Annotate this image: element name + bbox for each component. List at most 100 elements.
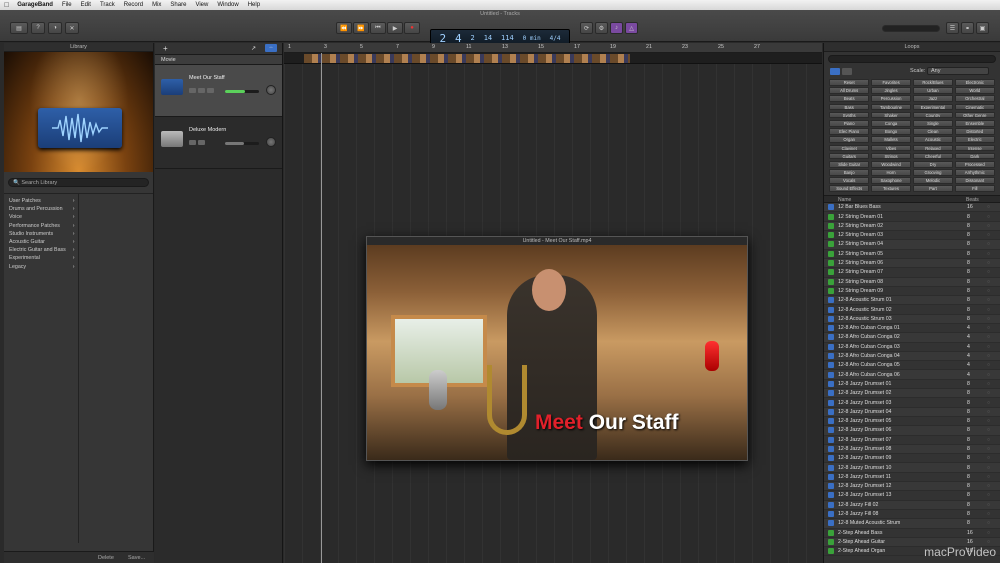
favorite-checkbox[interactable]: ○ xyxy=(987,474,990,480)
loop-keyword-button[interactable]: Electronic xyxy=(954,79,995,86)
loop-keyword-button[interactable]: Piano xyxy=(829,119,870,127)
favorite-checkbox[interactable]: ○ xyxy=(987,362,990,368)
favorite-checkbox[interactable]: ○ xyxy=(987,427,990,433)
loop-list-item[interactable]: 12-8 Jazzy Fill 08 8 ○ xyxy=(824,510,1000,520)
loop-keyword-button[interactable]: Vocals xyxy=(829,177,870,184)
loop-keyword-button[interactable]: Ensemble xyxy=(954,119,995,127)
go-to-start-icon[interactable]: ⏮ xyxy=(370,22,386,34)
favorite-checkbox[interactable]: ○ xyxy=(987,288,990,294)
loop-keyword-button[interactable]: Woodwind xyxy=(870,160,912,168)
loop-keyword-button[interactable]: Reset xyxy=(829,79,870,86)
loop-list-item[interactable]: 12-8 Jazzy Drumset 13 8 ○ xyxy=(824,491,1000,501)
loop-keyword-button[interactable]: Saxophone xyxy=(870,177,912,184)
menu-file[interactable]: File xyxy=(62,2,72,8)
loop-keyword-button[interactable]: World xyxy=(954,87,995,94)
loop-keyword-button[interactable]: Processed xyxy=(954,160,995,168)
button-view-icon[interactable] xyxy=(830,68,840,75)
loop-keyword-button[interactable]: Jingles xyxy=(870,87,912,94)
loop-keyword-button[interactable]: Clavinet xyxy=(829,144,870,152)
loop-list-item[interactable]: 12-8 Acoustic Strum 01 8 ○ xyxy=(824,296,1000,306)
loop-list-item[interactable]: 12-8 Jazzy Drumset 04 8 ○ xyxy=(824,407,1000,417)
loop-list-item[interactable]: 12-8 Acoustic Strum 03 8 ○ xyxy=(824,314,1000,324)
library-category[interactable]: Electric Guitar and Bass › xyxy=(4,246,78,254)
favorite-checkbox[interactable]: ○ xyxy=(987,437,990,443)
library-category[interactable]: Voice › xyxy=(4,213,78,221)
loop-keyword-button[interactable]: Other Genre xyxy=(954,111,995,119)
loop-keyword-button[interactable]: Tambourine xyxy=(870,103,912,111)
favorite-checkbox[interactable]: ○ xyxy=(987,334,990,340)
favorite-checkbox[interactable]: ○ xyxy=(987,409,990,415)
loop-keyword-button[interactable]: Acoustic xyxy=(912,136,954,143)
loop-keyword-button[interactable]: Strings xyxy=(870,152,912,160)
loop-list-item[interactable]: 12-8 Jazzy Fill 02 8 ○ xyxy=(824,500,1000,510)
loop-keyword-button[interactable]: Vibes xyxy=(870,144,912,152)
loop-keyword-button[interactable]: Cheerful xyxy=(912,152,954,160)
loop-list-item[interactable]: 12-8 Afro Cuban Conga 05 4 ○ xyxy=(824,361,1000,371)
loop-keyword-button[interactable]: Electric xyxy=(954,136,995,143)
column-view-icon[interactable] xyxy=(842,68,852,75)
favorite-checkbox[interactable]: ○ xyxy=(987,344,990,350)
loop-keyword-button[interactable]: Percussion xyxy=(870,95,912,103)
favorite-checkbox[interactable]: ○ xyxy=(987,204,990,210)
favorite-checkbox[interactable]: ○ xyxy=(987,269,990,275)
rewind-icon[interactable]: ⏪ xyxy=(336,22,352,34)
menu-mix[interactable]: Mix xyxy=(152,2,161,8)
loop-keyword-button[interactable]: Elec Piano xyxy=(829,128,870,135)
loop-keyword-button[interactable]: Part xyxy=(912,185,954,193)
loop-list-item[interactable]: 12 String Dream 01 8 ○ xyxy=(824,212,1000,222)
menu-edit[interactable]: Edit xyxy=(81,2,91,8)
playhead[interactable] xyxy=(321,53,322,563)
cycle-icon[interactable]: ⟳ xyxy=(580,22,593,34)
play-icon[interactable]: ▶ xyxy=(387,22,403,34)
loop-list-item[interactable]: 2-Step Ahead Bass 16 ○ xyxy=(824,529,1000,538)
solo-button[interactable] xyxy=(198,140,205,145)
loop-list-item[interactable]: 12 String Dream 07 8 ○ xyxy=(824,268,1000,278)
loop-list-item[interactable]: 12 String Dream 04 8 ○ xyxy=(824,240,1000,250)
loop-list-item[interactable]: 12 String Dream 05 8 ○ xyxy=(824,250,1000,259)
loop-list-item[interactable]: 12-8 Jazzy Drumset 02 8 ○ xyxy=(824,389,1000,399)
loop-keyword-button[interactable]: Shaker xyxy=(870,111,912,119)
loop-list-item[interactable]: 12-8 Afro Cuban Conga 06 4 ○ xyxy=(824,370,1000,380)
movie-window[interactable]: Untitled - Meet Our Staff.mp4 Meet Our S… xyxy=(366,236,748,461)
loop-keyword-button[interactable]: Mallets xyxy=(870,136,912,143)
loop-keyword-button[interactable]: Relaxed xyxy=(912,144,954,152)
library-category[interactable]: Performance Patches › xyxy=(4,222,78,230)
loop-keyword-button[interactable]: Horn xyxy=(870,169,912,176)
favorite-checkbox[interactable]: ○ xyxy=(987,400,990,406)
favorite-checkbox[interactable]: ○ xyxy=(987,465,990,471)
favorite-checkbox[interactable]: ○ xyxy=(987,530,990,536)
solo-button[interactable] xyxy=(198,88,205,93)
loop-list-item[interactable]: 12-8 Afro Cuban Conga 03 4 ○ xyxy=(824,343,1000,352)
pan-knob[interactable] xyxy=(266,85,276,95)
track-meet-our-staff[interactable]: Meet Our Staff xyxy=(155,65,282,117)
mute-button[interactable] xyxy=(189,140,196,145)
timeline-ruler[interactable]: 1 3 5 7 9 11 13 15 17 19 21 23 25 27 xyxy=(284,43,822,53)
loop-keyword-button[interactable]: Favorites xyxy=(870,79,912,86)
favorite-checkbox[interactable]: ○ xyxy=(987,214,990,220)
loop-keyword-button[interactable]: Jazz xyxy=(912,95,954,103)
media-browser-icon[interactable]: ▣ xyxy=(976,22,989,34)
smart-tempo-icon[interactable]: ↔ xyxy=(265,44,277,52)
loop-keyword-button[interactable]: Intense xyxy=(954,144,995,152)
favorite-checkbox[interactable]: ○ xyxy=(987,511,990,517)
scale-select[interactable]: Any xyxy=(927,67,989,75)
loop-list-item[interactable]: 12 String Dream 03 8 ○ xyxy=(824,231,1000,241)
favorite-checkbox[interactable]: ○ xyxy=(987,260,990,266)
loop-keyword-button[interactable]: Synths xyxy=(829,111,870,119)
favorite-checkbox[interactable]: ○ xyxy=(987,455,990,461)
loop-list-item[interactable]: 12 String Dream 09 8 ○ xyxy=(824,287,1000,297)
pan-knob[interactable] xyxy=(266,137,276,147)
loop-keyword-button[interactable]: Dry xyxy=(912,160,954,168)
loop-keyword-button[interactable]: Guitars xyxy=(829,152,870,160)
apple-icon[interactable]:  xyxy=(4,2,9,9)
track-volume-slider[interactable] xyxy=(225,90,259,93)
loop-keyword-button[interactable]: Bongo xyxy=(870,128,912,135)
loop-list-item[interactable]: 12 Bar Blues Bass 16 ○ xyxy=(824,203,1000,213)
loop-list-item[interactable]: 12-8 Jazzy Drumset 12 8 ○ xyxy=(824,482,1000,492)
favorite-checkbox[interactable]: ○ xyxy=(987,372,990,378)
smart-controls-icon[interactable]: ◑ xyxy=(48,22,62,34)
library-category[interactable]: Acoustic Guitar › xyxy=(4,238,78,246)
library-category[interactable]: Experimental › xyxy=(4,254,78,262)
loop-keyword-button[interactable]: Organ xyxy=(829,136,870,143)
add-track-icon[interactable]: + xyxy=(163,44,168,53)
